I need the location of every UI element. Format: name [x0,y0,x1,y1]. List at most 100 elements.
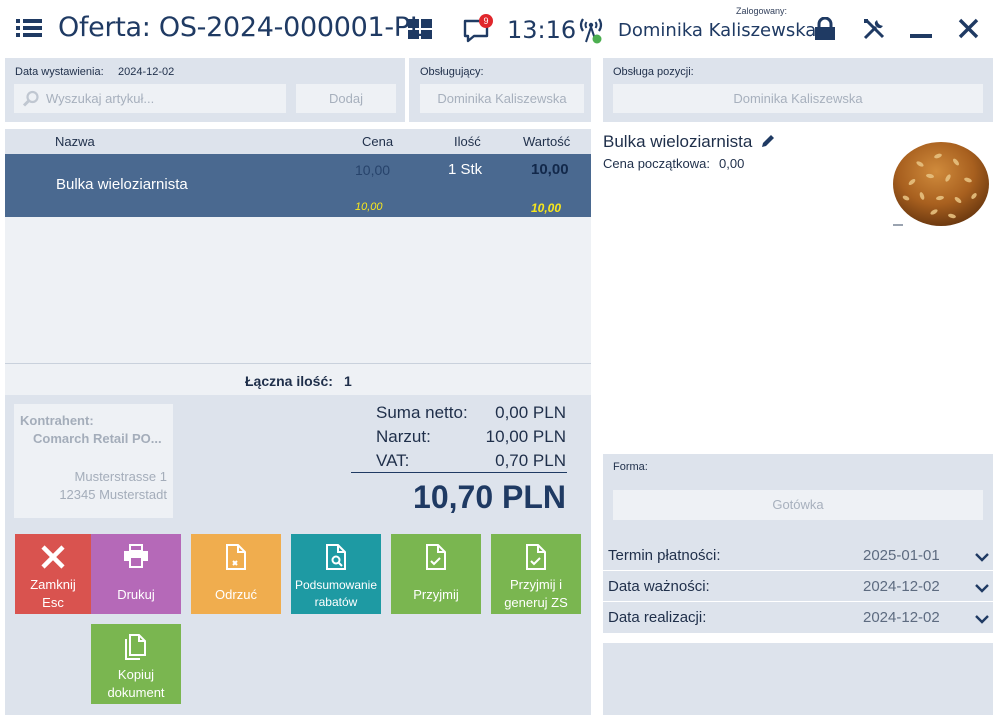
lock-icon[interactable] [814,16,836,46]
add-button[interactable]: Dodaj [296,84,396,113]
menu-icon[interactable] [16,17,42,44]
customer-city: 12345 Musterstadt [59,487,167,502]
column-value[interactable]: Wartość [523,134,570,149]
row-value: 10,00 [531,161,569,178]
total-qty-value: 1 [344,373,352,389]
row-qty: 1 Stk [448,161,483,178]
discount-summary-label-2: rabatów [314,595,358,609]
table-body-empty [5,217,591,363]
position-handler-field[interactable]: Dominika Kaliszewska [613,84,983,113]
connection-status-icon[interactable] [578,15,604,50]
close-button[interactable]: Zamknij Esc [15,534,91,614]
product-name: Bulka wieloziarnista [603,132,753,151]
tools-icon[interactable] [862,17,886,46]
customer-name: Comarch Retail PO... [33,431,162,446]
position-handler-panel: Obsługa pozycji: Dominika Kaliszewska [603,58,993,122]
reject-document-icon [191,544,281,572]
user-name[interactable]: Dominika Kaliszewska [618,20,816,41]
table-header: Nazwa Cena Ilość Wartość [5,129,591,154]
reject-button[interactable]: Odrzuć [191,534,281,614]
tiles-view-icon[interactable] [408,19,432,44]
column-qty[interactable]: Ilość [454,134,481,149]
notification-badge: 9 [479,14,493,28]
row-price-sub: 10,00 [355,201,383,213]
close-window-icon[interactable] [958,18,979,44]
row-value-sub: 10,00 [531,201,562,215]
accept-generate-label-2: generuj ZS [504,595,568,610]
handler-field[interactable]: Dominika Kaliszewska [420,84,584,113]
customer-card[interactable]: Kontrahent: Comarch Retail PO... Musters… [14,404,173,518]
vat-value: 0,70 PLN [495,451,566,470]
total-amount: 10,70 PLN [413,479,566,515]
handler-label: Obsługujący: [420,66,484,78]
accept-label: Przyjmij [413,587,459,602]
chevron-down-icon[interactable] [975,611,989,628]
copy-label-1: Kopiuj [117,667,155,682]
accept-document-icon [391,544,481,572]
minimize-icon[interactable] [910,34,932,38]
logged-in-label: Zalogowany: [736,6,788,16]
markup-label: Narzut: [376,427,431,446]
accept-generate-icon [491,544,581,572]
realization-date-row[interactable]: Data realizacji: 2024-12-02 [603,602,993,633]
customer-street: Musterstrasse 1 [74,469,167,484]
validity-date-row[interactable]: Data ważności: 2024-12-02 [603,571,993,602]
customer-label: Kontrahent: [20,413,94,428]
issue-date-value[interactable]: 2024-12-02 [118,66,174,78]
offer-window: Oferta: OS-2024-000001-PL 9 13:16 Zalogo… [0,0,1004,721]
search-input[interactable]: Wyszukaj artykuł... [14,84,286,113]
issue-date-label: Data wystawienia: [15,66,104,78]
markup-value: 10,00 PLN [485,427,566,446]
payment-due-label: Termin płatności: [608,547,721,564]
realization-date-label: Data realizacji: [608,609,707,626]
close-shortcut: Esc [42,595,64,610]
search-placeholder: Wyszukaj artykuł... [46,91,155,106]
row-price: 10,00 [355,162,391,178]
net-label: Suma netto: [376,403,468,422]
discount-summary-button[interactable]: Podsumowanie rabatów [291,534,381,614]
issue-date-panel: Data wystawienia: 2024-12-02 Wyszukaj ar… [5,58,405,122]
validity-date-label: Data ważności: [608,578,710,595]
validity-date-value: 2024-12-02 [863,578,940,595]
product-details: Bulka wieloziarnista Cena początkowa: 0,… [603,124,993,454]
product-image [890,138,990,233]
discount-summary-label-1: Podsumowanie [294,578,378,592]
chevron-down-icon[interactable] [975,580,989,597]
initial-price-value: 0,00 [719,156,745,171]
column-name[interactable]: Nazwa [55,134,95,149]
net-value: 0,00 PLN [495,403,566,422]
position-handler-label: Obsługa pozycji: [613,66,694,78]
copy-document-button[interactable]: Kopiuj dokument [91,624,181,704]
summary-divider [351,472,567,473]
realization-date-value: 2024-12-02 [863,609,940,626]
edit-pencil-icon[interactable] [760,133,776,154]
copy-icon [91,634,181,662]
column-price[interactable]: Cena [362,134,393,149]
printer-icon [91,544,181,572]
accept-generate-label-1: Przyjmij i [510,577,562,592]
chevron-down-icon[interactable] [975,549,989,566]
clock: 13:16 [507,16,577,44]
payment-form-field[interactable]: Gotówka [613,490,983,520]
accept-generate-zs-button[interactable]: Przyjmij i generuj ZS [491,534,581,614]
print-button[interactable]: Drukuj [91,534,181,614]
handler-panel: Obsługujący: Dominika Kaliszewska [409,58,591,122]
total-qty-bar: Łączna ilość: 1 [5,363,591,395]
search-icon [22,90,40,111]
reject-label: Odrzuć [215,587,257,602]
notes-panel[interactable] [603,643,993,715]
initial-price-label: Cena początkowa: [603,156,710,171]
copy-label-2: dokument [107,685,165,700]
row-name: Bulka wieloziarnista [56,176,188,193]
vat-label: VAT: [376,451,410,470]
accept-button[interactable]: Przyjmij [391,534,481,614]
payment-due-row[interactable]: Termin płatności: 2025-01-01 [603,540,993,571]
header-bar: Oferta: OS-2024-000001-PL 9 13:16 Zalogo… [0,0,1004,58]
payment-form-label: Forma: [613,461,648,473]
total-qty-label: Łączna ilość: [245,373,333,389]
document-search-icon [291,544,381,572]
table-row[interactable]: Bulka wieloziarnista 10,00 1 Stk 10,00 1… [5,154,591,217]
close-x-icon [15,544,91,572]
close-label: Zamknij [30,577,76,592]
document-title: Oferta: OS-2024-000001-PL [58,12,425,43]
